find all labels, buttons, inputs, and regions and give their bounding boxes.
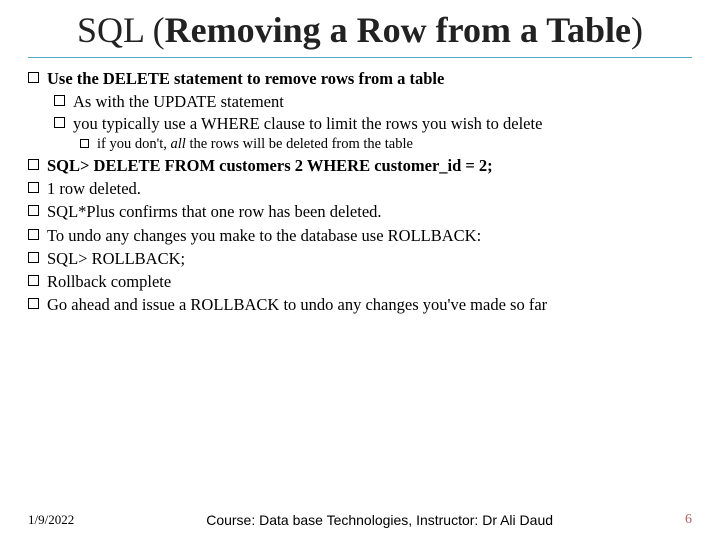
footer-page-number: 6 xyxy=(685,512,692,528)
square-bullet-icon xyxy=(28,205,39,216)
slide-content: Use the DELETE statement to remove rows … xyxy=(28,68,692,315)
list-item: Go ahead and issue a ROLLBACK to undo an… xyxy=(28,294,692,315)
square-bullet-icon xyxy=(80,139,89,148)
square-bullet-icon xyxy=(28,298,39,309)
list-item: SQL> ROLLBACK; xyxy=(28,248,692,269)
bullet-text: As with the UPDATE statement xyxy=(73,91,692,112)
title-suffix: ) xyxy=(631,10,643,50)
list-item: SQL> DELETE FROM customers 2 WHERE custo… xyxy=(28,155,692,176)
bullet-text: To undo any changes you make to the data… xyxy=(47,225,692,246)
list-item: As with the UPDATE statement xyxy=(54,91,692,112)
list-item: Use the DELETE statement to remove rows … xyxy=(28,68,692,89)
list-item: you typically use a WHERE clause to limi… xyxy=(54,113,692,134)
bullet-text: Go ahead and issue a ROLLBACK to undo an… xyxy=(47,294,692,315)
bullet-text: 1 row deleted. xyxy=(47,178,692,199)
bullet-text: SQL> ROLLBACK; xyxy=(47,248,692,269)
square-bullet-icon xyxy=(28,275,39,286)
text-part: the rows will be deleted from the table xyxy=(186,136,413,152)
bullet-text: you typically use a WHERE clause to limi… xyxy=(73,113,692,134)
bullet-text: SQL> DELETE FROM customers 2 WHERE custo… xyxy=(47,155,692,176)
list-item: To undo any changes you make to the data… xyxy=(28,225,692,246)
footer-date: 1/9/2022 xyxy=(28,512,74,528)
text-italic: all xyxy=(171,136,186,152)
square-bullet-icon xyxy=(28,159,39,170)
square-bullet-icon xyxy=(54,117,65,128)
bullet-text: if you don't, all the rows will be delet… xyxy=(97,135,692,154)
bullet-text: Rollback complete xyxy=(47,271,692,292)
bullet-text: SQL*Plus confirms that one row has been … xyxy=(47,201,692,222)
square-bullet-icon xyxy=(28,252,39,263)
square-bullet-icon xyxy=(54,95,65,106)
footer-course: Course: Data base Technologies, Instruct… xyxy=(206,512,553,528)
slide-title: SQL (Removing a Row from a Table) xyxy=(28,10,692,58)
slide-footer: 1/9/2022 Course: Data base Technologies,… xyxy=(0,512,720,528)
list-item: Rollback complete xyxy=(28,271,692,292)
bullet-text: Use the DELETE statement to remove rows … xyxy=(47,68,692,89)
list-item: if you don't, all the rows will be delet… xyxy=(80,135,692,154)
list-item: 1 row deleted. xyxy=(28,178,692,199)
list-item: SQL*Plus confirms that one row has been … xyxy=(28,201,692,222)
text-part: if you don't, xyxy=(97,136,171,152)
title-prefix: SQL ( xyxy=(77,10,165,50)
square-bullet-icon xyxy=(28,72,39,83)
square-bullet-icon xyxy=(28,182,39,193)
title-bold: Removing a Row from a Table xyxy=(165,10,631,50)
square-bullet-icon xyxy=(28,229,39,240)
